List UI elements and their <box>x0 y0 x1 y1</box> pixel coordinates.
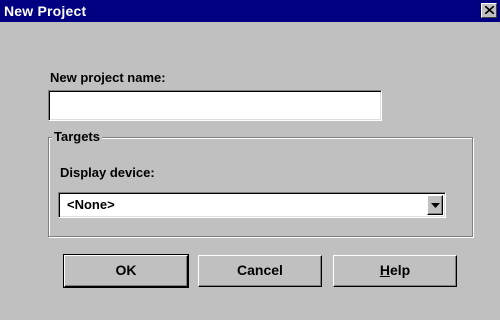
help-button[interactable]: Help <box>333 255 457 287</box>
targets-groupbox <box>48 137 473 237</box>
cancel-button[interactable]: Cancel <box>198 255 322 287</box>
project-name-field-frame <box>48 90 382 121</box>
ok-button-label: OK <box>115 262 137 278</box>
dropdown-button[interactable] <box>427 195 443 215</box>
chevron-down-icon <box>431 203 440 208</box>
project-name-label: New project name: <box>50 70 166 85</box>
ok-button[interactable]: OK <box>63 254 189 288</box>
help-mnemonic: H <box>379 262 390 278</box>
title-bar: New Project <box>0 0 500 22</box>
project-name-input[interactable] <box>49 91 381 120</box>
cancel-button-label: Cancel <box>237 262 283 278</box>
targets-group-label: Targets <box>52 129 102 144</box>
help-button-label: elp <box>389 262 411 278</box>
close-button[interactable] <box>481 3 497 18</box>
display-device-select[interactable]: <None> <box>58 192 446 218</box>
display-device-label: Display device: <box>60 165 155 180</box>
close-icon <box>485 6 494 14</box>
window-title: New Project <box>4 3 87 19</box>
display-device-value: <None> <box>67 197 115 212</box>
